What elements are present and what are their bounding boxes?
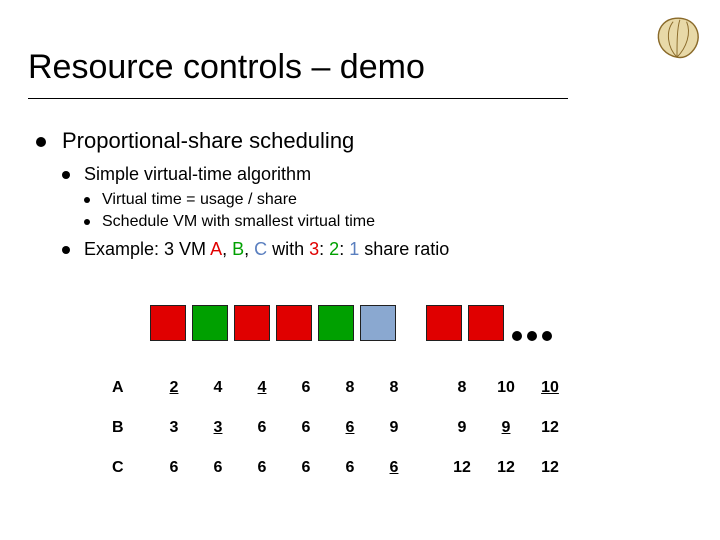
vm-a-label: A bbox=[210, 239, 222, 259]
title-underline bbox=[28, 98, 568, 99]
content-area: Proportional-share scheduling Simple vir… bbox=[36, 128, 676, 270]
cell: 6 bbox=[284, 448, 328, 488]
ratio-3: 3 bbox=[309, 239, 319, 259]
schedule-block-blue bbox=[360, 305, 396, 341]
row-label-c: C bbox=[108, 448, 152, 488]
cell: 10 bbox=[528, 368, 572, 408]
cell: 9 bbox=[484, 408, 528, 448]
schedule-block-green bbox=[318, 305, 354, 341]
cell: 10 bbox=[484, 368, 528, 408]
row-label-a: A bbox=[108, 368, 152, 408]
dot-icon bbox=[512, 331, 522, 341]
cell: 3 bbox=[196, 408, 240, 448]
cell: 6 bbox=[328, 408, 372, 448]
column-gap bbox=[416, 368, 440, 408]
cell: 6 bbox=[240, 408, 284, 448]
cell: 8 bbox=[440, 368, 484, 408]
bullet-virtual-time-def: Virtual time = usage / share bbox=[84, 191, 676, 209]
dot-icon bbox=[542, 331, 552, 341]
schedule-block-green bbox=[192, 305, 228, 341]
table-row: B3366699912 bbox=[108, 408, 572, 448]
example-suffix: share ratio bbox=[359, 239, 449, 259]
schedule-block-red bbox=[426, 305, 462, 341]
example-mid: with bbox=[267, 239, 309, 259]
cell: 2 bbox=[152, 368, 196, 408]
schedule-block-red bbox=[468, 305, 504, 341]
shell-icon bbox=[648, 14, 706, 62]
cell: 6 bbox=[152, 448, 196, 488]
vm-c-label: C bbox=[254, 239, 267, 259]
schedule-blocks-row bbox=[150, 305, 552, 341]
cell: 3 bbox=[152, 408, 196, 448]
ratio-2: 2 bbox=[329, 239, 339, 259]
bullet-text: Simple virtual-time algorithm bbox=[84, 164, 311, 184]
example-prefix: Example: 3 VM bbox=[84, 239, 210, 259]
table-row: C666666121212 bbox=[108, 448, 572, 488]
bullet-schedule-smallest: Schedule VM with smallest virtual time bbox=[84, 213, 676, 231]
cell: 12 bbox=[484, 448, 528, 488]
cell: 12 bbox=[528, 408, 572, 448]
table-row: A24468881010 bbox=[108, 368, 572, 408]
column-gap bbox=[416, 448, 440, 488]
cell: 8 bbox=[328, 368, 372, 408]
cell: 4 bbox=[196, 368, 240, 408]
ellipsis-dots bbox=[512, 331, 552, 341]
virtual-time-table: A24468881010B3366699912C666666121212 bbox=[108, 368, 572, 488]
cell: 6 bbox=[240, 448, 284, 488]
cell: 12 bbox=[528, 448, 572, 488]
bullet-simple-algorithm: Simple virtual-time algorithm Virtual ti… bbox=[62, 164, 676, 231]
cell: 6 bbox=[372, 448, 416, 488]
sep: , bbox=[244, 239, 254, 259]
cell: 6 bbox=[284, 368, 328, 408]
cell: 9 bbox=[440, 408, 484, 448]
dot-icon bbox=[527, 331, 537, 341]
sep: , bbox=[222, 239, 232, 259]
schedule-block-red bbox=[234, 305, 270, 341]
bullet-proportional-share: Proportional-share scheduling Simple vir… bbox=[36, 128, 676, 260]
cell: 6 bbox=[328, 448, 372, 488]
bullet-text: Proportional-share scheduling bbox=[62, 128, 354, 153]
cell: 12 bbox=[440, 448, 484, 488]
colon: : bbox=[319, 239, 329, 259]
cell: 6 bbox=[284, 408, 328, 448]
cell: 6 bbox=[196, 448, 240, 488]
bullet-example: Example: 3 VM A, B, C with 3: 2: 1 share… bbox=[62, 239, 676, 260]
slide-title: Resource controls – demo bbox=[28, 48, 425, 93]
block-gap bbox=[402, 305, 420, 341]
colon: : bbox=[339, 239, 349, 259]
cell: 9 bbox=[372, 408, 416, 448]
cell: 8 bbox=[372, 368, 416, 408]
row-label-b: B bbox=[108, 408, 152, 448]
cell: 4 bbox=[240, 368, 284, 408]
ratio-1: 1 bbox=[349, 239, 359, 259]
schedule-block-red bbox=[276, 305, 312, 341]
column-gap bbox=[416, 408, 440, 448]
schedule-block-red bbox=[150, 305, 186, 341]
vm-b-label: B bbox=[232, 239, 244, 259]
